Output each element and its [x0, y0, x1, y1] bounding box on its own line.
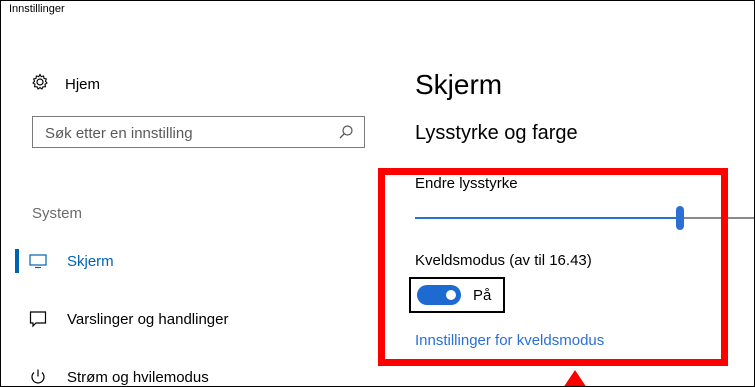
power-icon — [29, 368, 57, 386]
main-content: Skjerm Lysstyrke og farge Endre lysstyrk… — [409, 1, 754, 386]
sidebar-item-varslinger[interactable]: Varslinger og handlinger — [15, 304, 375, 334]
sidebar-item-label: Strøm og hvilemodus — [67, 368, 209, 386]
sidebar-item-label: Skjerm — [67, 252, 114, 270]
gear-icon — [31, 73, 49, 96]
toggle-state-text: På — [473, 286, 492, 304]
sidebar-item-strom[interactable]: Strøm og hvilemodus — [15, 362, 375, 386]
section-title: Lysstyrke og farge — [415, 122, 578, 144]
section-label-system: System — [32, 205, 83, 222]
annotation-arrow-icon — [564, 370, 586, 386]
sidebar-item-skjerm[interactable]: Skjerm — [15, 246, 375, 276]
search-input[interactable] — [43, 117, 337, 149]
settings-window: Innstillinger Hjem System — [0, 0, 755, 387]
home-link[interactable]: Hjem — [31, 73, 100, 96]
brightness-label: Endre lysstyrke — [415, 175, 518, 192]
home-label: Hjem — [65, 76, 101, 93]
night-mode-settings-link[interactable]: Innstillinger for kveldsmodus — [415, 332, 604, 349]
sidebar: Hjem System Skjerm — [1, 1, 386, 386]
brightness-slider[interactable] — [415, 206, 754, 230]
night-mode-toggle[interactable]: På — [409, 277, 505, 313]
search-box[interactable] — [32, 116, 365, 149]
monitor-icon — [29, 253, 57, 269]
toggle-switch[interactable] — [417, 285, 461, 305]
slider-fill — [415, 217, 680, 219]
sidebar-item-label: Varslinger og handlinger — [67, 310, 229, 328]
toggle-knob — [446, 290, 456, 300]
page-title: Skjerm — [415, 69, 503, 100]
night-mode-label: Kveldsmodus (av til 16.43) — [415, 252, 592, 269]
slider-thumb[interactable] — [676, 206, 684, 230]
search-icon[interactable] — [338, 124, 354, 145]
message-icon — [29, 310, 57, 328]
